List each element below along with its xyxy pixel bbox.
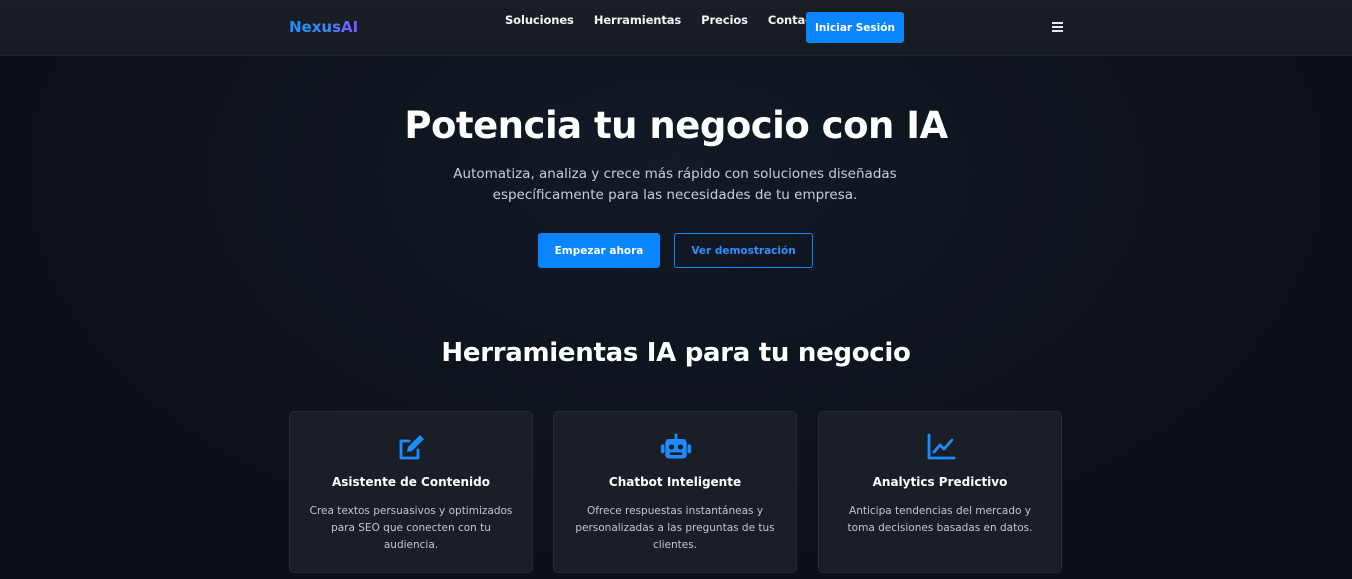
card-description: Crea textos persuasivos y optimizados pa… [309, 505, 513, 551]
card-title: Asistente de Contenido [331, 475, 491, 489]
hero-title: Potencia tu negocio con IA [404, 104, 948, 147]
nav-links: Soluciones Herramientas Precios Contacto [505, 13, 845, 27]
tools-section-title: Herramientas IA para tu negocio [441, 338, 911, 368]
card-title: Chatbot Inteligente [608, 475, 742, 489]
start-now-button[interactable]: Empezar ahora [538, 233, 660, 268]
tool-card-analytics[interactable]: Analytics Predictivo Anticipa tendencias… [818, 411, 1062, 573]
hero-subtitle: Automatiza, analiza y crece más rápido c… [453, 166, 897, 203]
tool-card-content-assistant[interactable]: Asistente de Contenido Crea textos persu… [289, 411, 533, 573]
card-description: Ofrece respuestas instantáneas y persona… [575, 505, 775, 551]
nav-link-precios[interactable]: Precios [701, 13, 748, 27]
logo[interactable]: NexusAI [289, 18, 358, 36]
view-demo-button[interactable]: Ver demostración [674, 233, 813, 268]
nav-link-herramientas[interactable]: Herramientas [594, 13, 681, 27]
card-description: Anticipa tendencias del mercado y toma d… [847, 505, 1033, 534]
tool-card-chatbot[interactable]: Chatbot Inteligente Ofrece respuestas in… [553, 411, 797, 573]
nav-link-soluciones[interactable]: Soluciones [505, 13, 574, 27]
card-title: Analytics Predictivo [872, 475, 1008, 489]
navbar: NexusAI Soluciones Herramientas Precios … [0, 0, 1352, 56]
robot-icon [660, 433, 692, 459]
edit-icon [399, 435, 424, 460]
login-button[interactable]: Iniciar Sesión [806, 12, 904, 43]
chart-line-icon [927, 433, 956, 460]
hamburger-menu-icon[interactable] [1052, 22, 1063, 32]
